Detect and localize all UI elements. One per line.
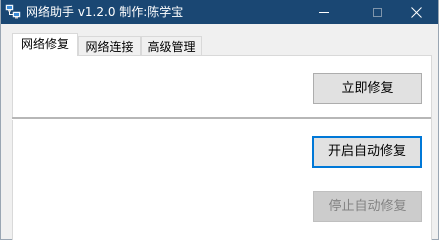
minimize-button[interactable] bbox=[302, 0, 346, 24]
network-computers-icon bbox=[5, 4, 21, 19]
maximize-icon bbox=[372, 7, 382, 17]
window-title: 网络助手 v1.2.0 制作:陈学宝 bbox=[26, 5, 184, 19]
close-button[interactable] bbox=[394, 0, 438, 24]
start-auto-repair-button[interactable]: 开启自动修复 bbox=[312, 136, 422, 168]
minimize-icon bbox=[319, 11, 329, 13]
section-divider bbox=[12, 117, 431, 120]
title-bar[interactable]: 网络助手 v1.2.0 制作:陈学宝 bbox=[1, 0, 438, 24]
close-icon bbox=[410, 6, 422, 18]
tab-network-repair[interactable]: 网络修复 bbox=[12, 33, 78, 56]
app-window: 网络助手 v1.2.0 制作:陈学宝 网络修复 网络连接 高级管理 立即修复 开… bbox=[0, 0, 439, 240]
tab-advanced-management[interactable]: 高级管理 bbox=[141, 36, 202, 56]
stop-auto-repair-button[interactable]: 停止自动修复 bbox=[313, 191, 422, 222]
maximize-button[interactable] bbox=[355, 0, 399, 24]
tab-network-connection[interactable]: 网络连接 bbox=[78, 36, 141, 56]
repair-now-button[interactable]: 立即修复 bbox=[313, 73, 422, 104]
